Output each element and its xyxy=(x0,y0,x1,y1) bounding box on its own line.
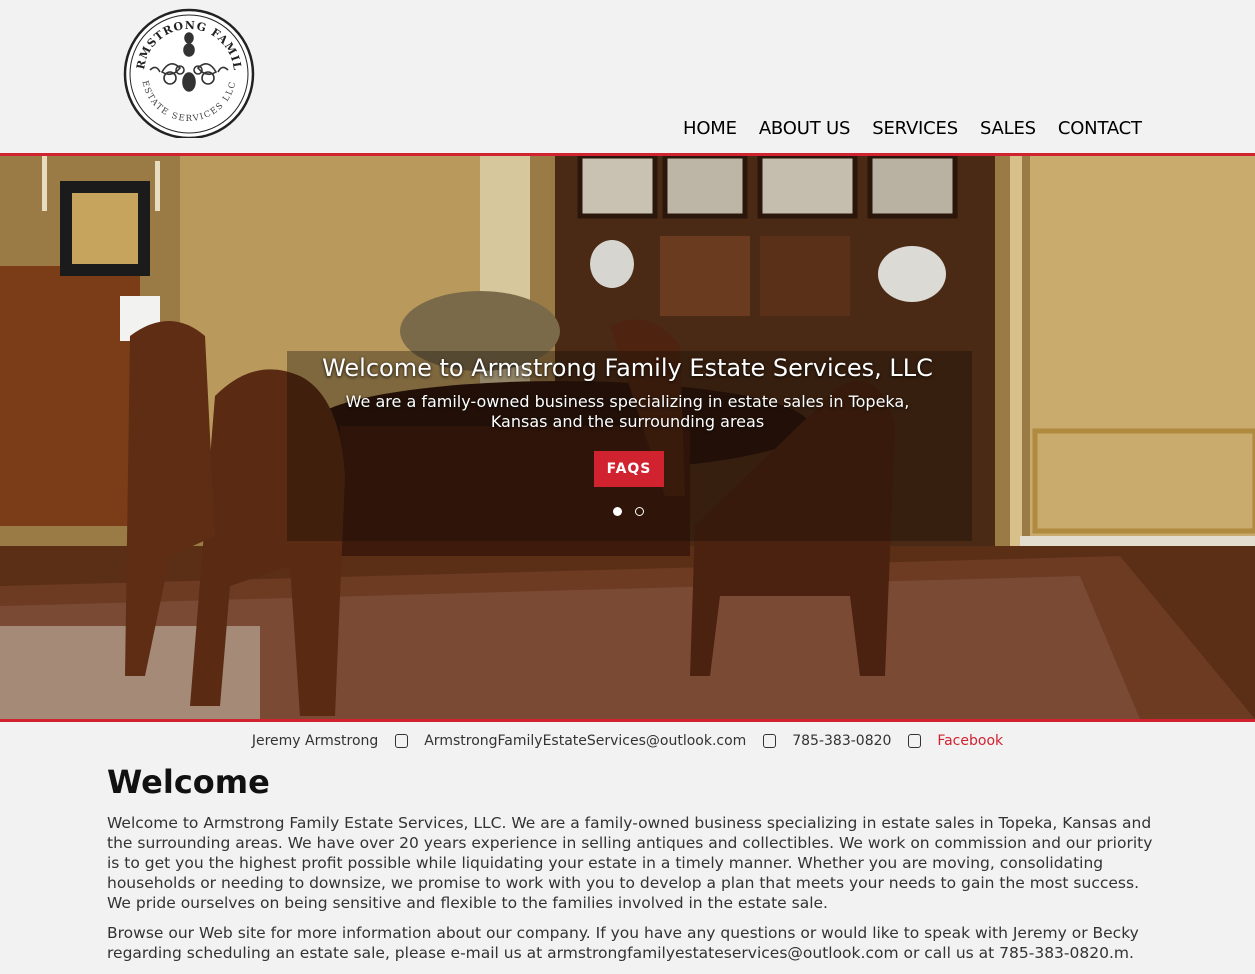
nav-services[interactable]: SERVICES xyxy=(872,118,958,139)
hero-slider: Welcome to Armstrong Family Estate Servi… xyxy=(0,153,1255,722)
facebook-icon xyxy=(907,734,921,748)
nav-home[interactable]: HOME xyxy=(683,118,737,139)
contact-name: Jeremy Armstrong xyxy=(251,733,379,749)
nav-sales[interactable]: SALES xyxy=(980,118,1036,139)
company-logo[interactable]: ARMSTRONG FAMILY ESTATE SERVICES LLC xyxy=(116,0,256,140)
nav-about-us[interactable]: ABOUT US xyxy=(759,118,851,139)
email-icon xyxy=(394,734,408,748)
main-nav: HOME ABOUT US SERVICES SALES CONTACT xyxy=(683,118,1142,139)
contact-strip: Jeremy Armstrong ArmstrongFamilyEstateSe… xyxy=(0,733,1255,749)
facebook-link[interactable]: Facebook xyxy=(937,733,1003,749)
slide-indicator-2[interactable] xyxy=(635,507,644,516)
browse-paragraph: Browse our Web site for more information… xyxy=(107,924,1139,962)
hero-subtitle: We are a family-owned business specializ… xyxy=(345,392,910,431)
phone-icon xyxy=(762,734,776,748)
hero-title: Welcome to Armstrong Family Estate Servi… xyxy=(322,354,933,382)
slide-indicator-1[interactable] xyxy=(613,507,622,516)
welcome-paragraph: Welcome to Armstrong Family Estate Servi… xyxy=(107,814,1153,912)
contact-phone[interactable]: 785-383-0820 xyxy=(792,733,891,749)
faqs-button[interactable]: FAQS xyxy=(594,451,664,487)
contact-email[interactable]: ArmstrongFamilyEstateServices@outlook.co… xyxy=(424,733,746,749)
page-heading: Welcome xyxy=(107,763,270,801)
site-header: ARMSTRONG FAMILY ESTATE SERVICES LLC xyxy=(0,0,1255,155)
nav-contact[interactable]: CONTACT xyxy=(1058,118,1142,139)
